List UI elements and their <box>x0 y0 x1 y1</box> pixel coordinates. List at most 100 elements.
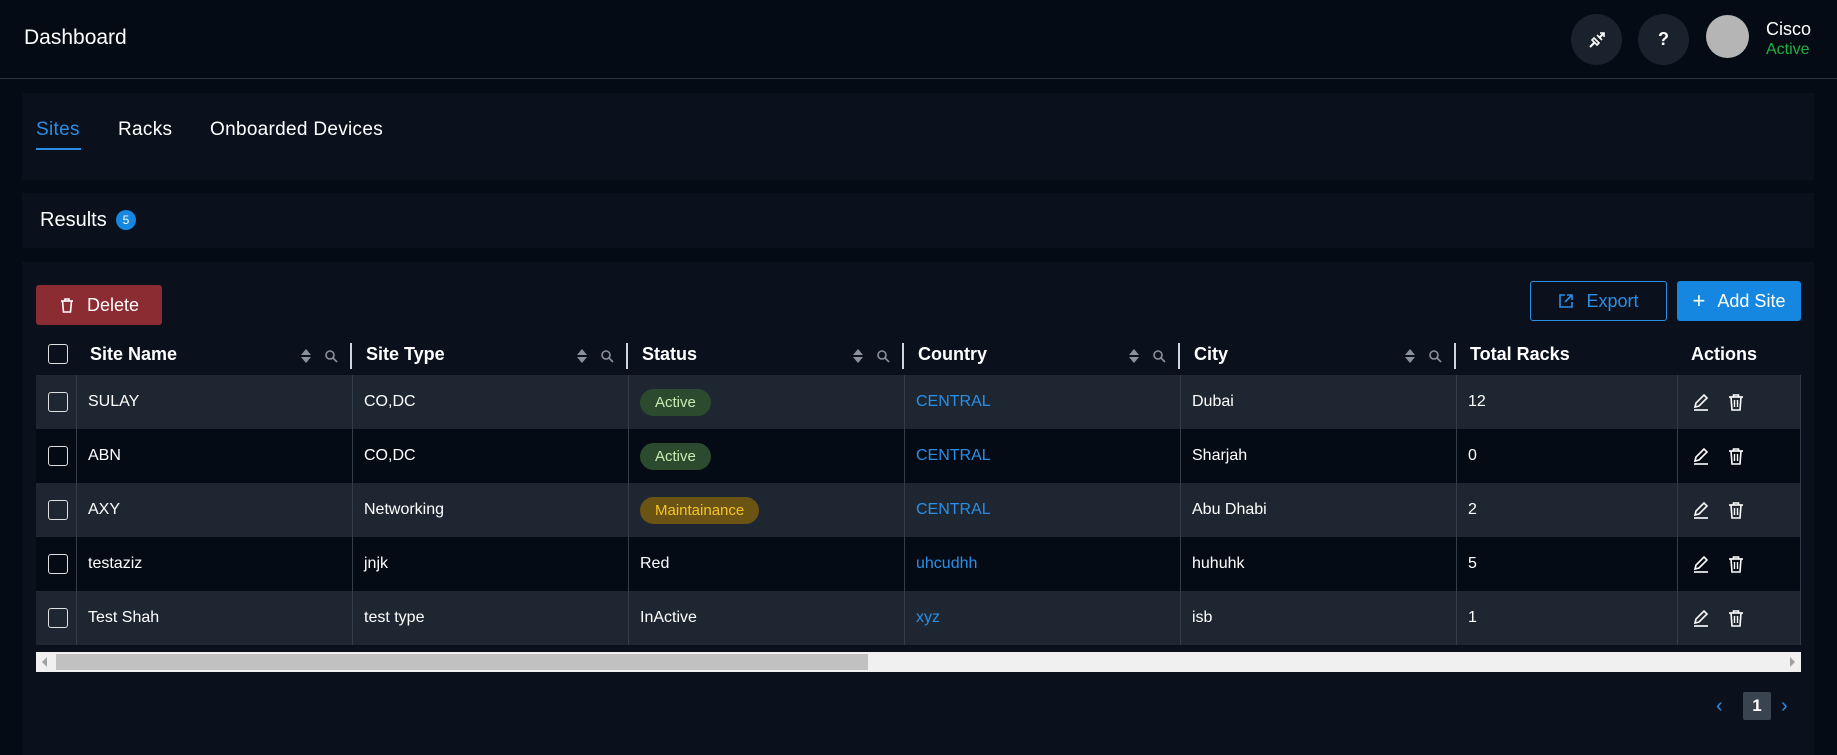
trash-icon[interactable] <box>1726 446 1746 466</box>
chevron-left-icon[interactable]: ‹ <box>1716 695 1723 718</box>
add-site-button-label: Add Site <box>1717 290 1786 311</box>
row-select-cell <box>36 537 68 591</box>
question-mark-icon: ? <box>1658 29 1669 49</box>
country-link[interactable]: CENTRAL <box>904 429 991 483</box>
user-status: Active <box>1766 41 1810 58</box>
avatar[interactable] <box>1706 15 1749 58</box>
search-icon[interactable] <box>1428 349 1442 363</box>
table-panel: Delete Export + Add Site Site Name Site … <box>22 262 1814 755</box>
column-header-country[interactable]: Country <box>918 335 987 373</box>
city-cell: Abu Dhabi <box>1192 501 1267 518</box>
chevron-right-icon[interactable]: › <box>1781 695 1788 718</box>
cell-divider <box>1800 375 1801 429</box>
site-type-cell: jnjk <box>364 555 389 572</box>
column-header-city[interactable]: City <box>1194 335 1228 373</box>
row-checkbox[interactable] <box>48 392 68 412</box>
country-link[interactable]: xyz <box>904 591 940 645</box>
edit-icon[interactable] <box>1691 500 1711 520</box>
column-resize-handle[interactable] <box>902 343 904 369</box>
column-resize-handle[interactable] <box>1178 343 1180 369</box>
external-link-icon <box>1559 294 1574 308</box>
table-row[interactable]: SULAY CO,DC Active CENTRAL Dubai 12 <box>36 375 1801 429</box>
column-resize-handle[interactable] <box>350 343 352 369</box>
site-name-cell: testaziz <box>88 555 143 572</box>
scrollbar-thumb[interactable] <box>56 654 868 670</box>
sort-icon[interactable] <box>852 348 864 364</box>
site-name-cell: ABN <box>88 447 121 464</box>
row-checkbox[interactable] <box>48 500 68 520</box>
column-header-status[interactable]: Status <box>642 335 697 373</box>
pagination-page-button[interactable]: 1 <box>1743 692 1771 720</box>
sort-icon[interactable] <box>300 348 312 364</box>
trash-icon[interactable] <box>1726 392 1746 412</box>
column-resize-handle[interactable] <box>626 343 628 369</box>
trash-icon[interactable] <box>1726 500 1746 520</box>
horizontal-scrollbar[interactable] <box>36 652 1801 672</box>
column-header-total-racks[interactable]: Total Racks <box>1470 335 1570 373</box>
help-button[interactable]: ? <box>1638 14 1689 65</box>
scroll-right-arrow-icon[interactable] <box>1790 657 1795 667</box>
trash-icon[interactable] <box>1726 554 1746 574</box>
plug-icon <box>1588 31 1605 48</box>
trash-icon[interactable] <box>1726 608 1746 628</box>
city-cell: Dubai <box>1192 393 1234 410</box>
edit-icon[interactable] <box>1691 392 1711 412</box>
city-cell: Sharjah <box>1192 447 1248 464</box>
row-checkbox[interactable] <box>48 554 68 574</box>
row-checkbox[interactable] <box>48 608 68 628</box>
results-panel: Results 5 <box>22 193 1814 248</box>
tab-racks[interactable]: Racks <box>118 119 172 141</box>
active-tab-indicator <box>36 148 81 150</box>
delete-button[interactable]: Delete <box>36 285 162 325</box>
select-all-cell <box>48 335 68 373</box>
column-header-site-name[interactable]: Site Name <box>90 335 177 373</box>
sort-icon[interactable] <box>576 348 588 364</box>
connection-button[interactable] <box>1571 14 1622 65</box>
total-racks-cell: 2 <box>1468 501 1477 518</box>
tab-onboarded-devices[interactable]: Onboarded Devices <box>210 119 383 141</box>
search-icon[interactable] <box>600 349 614 363</box>
row-checkbox[interactable] <box>48 446 68 466</box>
status-badge: Maintainance <box>640 496 760 524</box>
edit-icon[interactable] <box>1691 446 1711 466</box>
status-badge: Active <box>640 442 711 470</box>
column-header-site-type[interactable]: Site Type <box>366 335 445 373</box>
table-row[interactable]: AXY Networking Maintainance CENTRAL Abu … <box>36 483 1801 537</box>
cell-divider <box>1800 591 1801 645</box>
search-icon[interactable] <box>876 349 890 363</box>
row-select-cell <box>36 483 68 537</box>
site-type-cell: test type <box>364 609 425 626</box>
sort-icon[interactable] <box>1128 348 1140 364</box>
tabs-panel: Sites Racks Onboarded Devices <box>22 93 1814 180</box>
results-label: Results <box>40 209 107 231</box>
cell-divider <box>1677 591 1678 645</box>
add-site-button[interactable]: + Add Site <box>1677 281 1801 321</box>
edit-icon[interactable] <box>1691 608 1711 628</box>
export-button[interactable]: Export <box>1530 281 1667 321</box>
edit-icon[interactable] <box>1691 554 1711 574</box>
country-link[interactable]: CENTRAL <box>904 375 991 429</box>
status-cell: InActive <box>640 609 697 626</box>
search-icon[interactable] <box>324 349 338 363</box>
status-cell: Active <box>628 375 711 429</box>
delete-button-label: Delete <box>86 294 140 315</box>
country-link[interactable]: uhcudhh <box>904 537 977 591</box>
table-row[interactable]: testaziz jnjk Red uhcudhh huhuhk 5 <box>36 537 1801 591</box>
select-all-checkbox[interactable] <box>48 344 68 364</box>
column-resize-handle[interactable] <box>1454 343 1456 369</box>
table-row[interactable]: ABN CO,DC Active CENTRAL Sharjah 0 <box>36 429 1801 483</box>
scroll-left-arrow-icon[interactable] <box>42 657 47 667</box>
column-header-actions: Actions <box>1691 343 1758 364</box>
country-link[interactable]: CENTRAL <box>904 483 991 537</box>
cell-divider <box>1677 375 1678 429</box>
site-type-cell: Networking <box>364 501 445 518</box>
page-title: Dashboard <box>24 26 127 49</box>
search-icon[interactable] <box>1152 349 1166 363</box>
row-select-cell <box>36 429 68 483</box>
tab-sites[interactable]: Sites <box>36 119 80 141</box>
results-count-badge: 5 <box>116 210 136 230</box>
table-row[interactable]: Test Shah test type InActive xyz isb 1 <box>36 591 1801 645</box>
sort-icon[interactable] <box>1404 348 1416 364</box>
cell-divider <box>1677 537 1678 591</box>
city-cell: isb <box>1192 609 1213 626</box>
